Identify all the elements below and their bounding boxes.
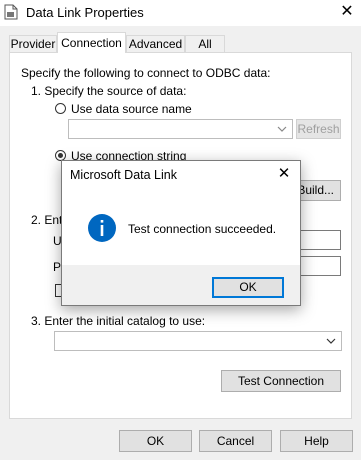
help-button[interactable]: Help [280,430,353,452]
cancel-button[interactable]: Cancel [199,430,272,452]
tab-advanced[interactable]: Advanced [126,35,185,52]
chevron-down-icon [326,338,336,344]
chevron-down-icon [277,126,287,132]
intro-text: Specify the following to connect to ODBC… [21,66,271,80]
window-title: Data Link Properties [26,5,144,20]
dialog-title: Microsoft Data Link [70,168,177,182]
message-dialog: Microsoft Data Link ✕ Test connection su… [61,160,301,306]
catalog-select[interactable] [54,331,342,351]
ok-button[interactable]: OK [119,430,192,452]
step1-label: 1. Specify the source of data: [31,84,187,98]
tab-connection[interactable]: Connection [57,32,126,53]
test-connection-button[interactable]: Test Connection [221,370,341,392]
info-icon [88,214,116,242]
app-file-icon [4,4,18,20]
step3-label: 3. Enter the initial catalog to use: [31,314,206,328]
dialog-ok-button[interactable]: OK [212,277,284,298]
dialog-close-icon[interactable]: ✕ [274,164,294,184]
tab-all[interactable]: All [185,35,225,52]
refresh-button[interactable]: Refresh [296,119,341,139]
tab-provider[interactable]: Provider [9,35,57,52]
close-icon[interactable]: ✕ [336,2,358,22]
dsn-radio-label: Use data source name [71,102,192,116]
dsn-select[interactable] [68,119,293,139]
dsn-radio[interactable] [55,103,66,114]
dialog-message: Test connection succeeded. [128,222,277,236]
